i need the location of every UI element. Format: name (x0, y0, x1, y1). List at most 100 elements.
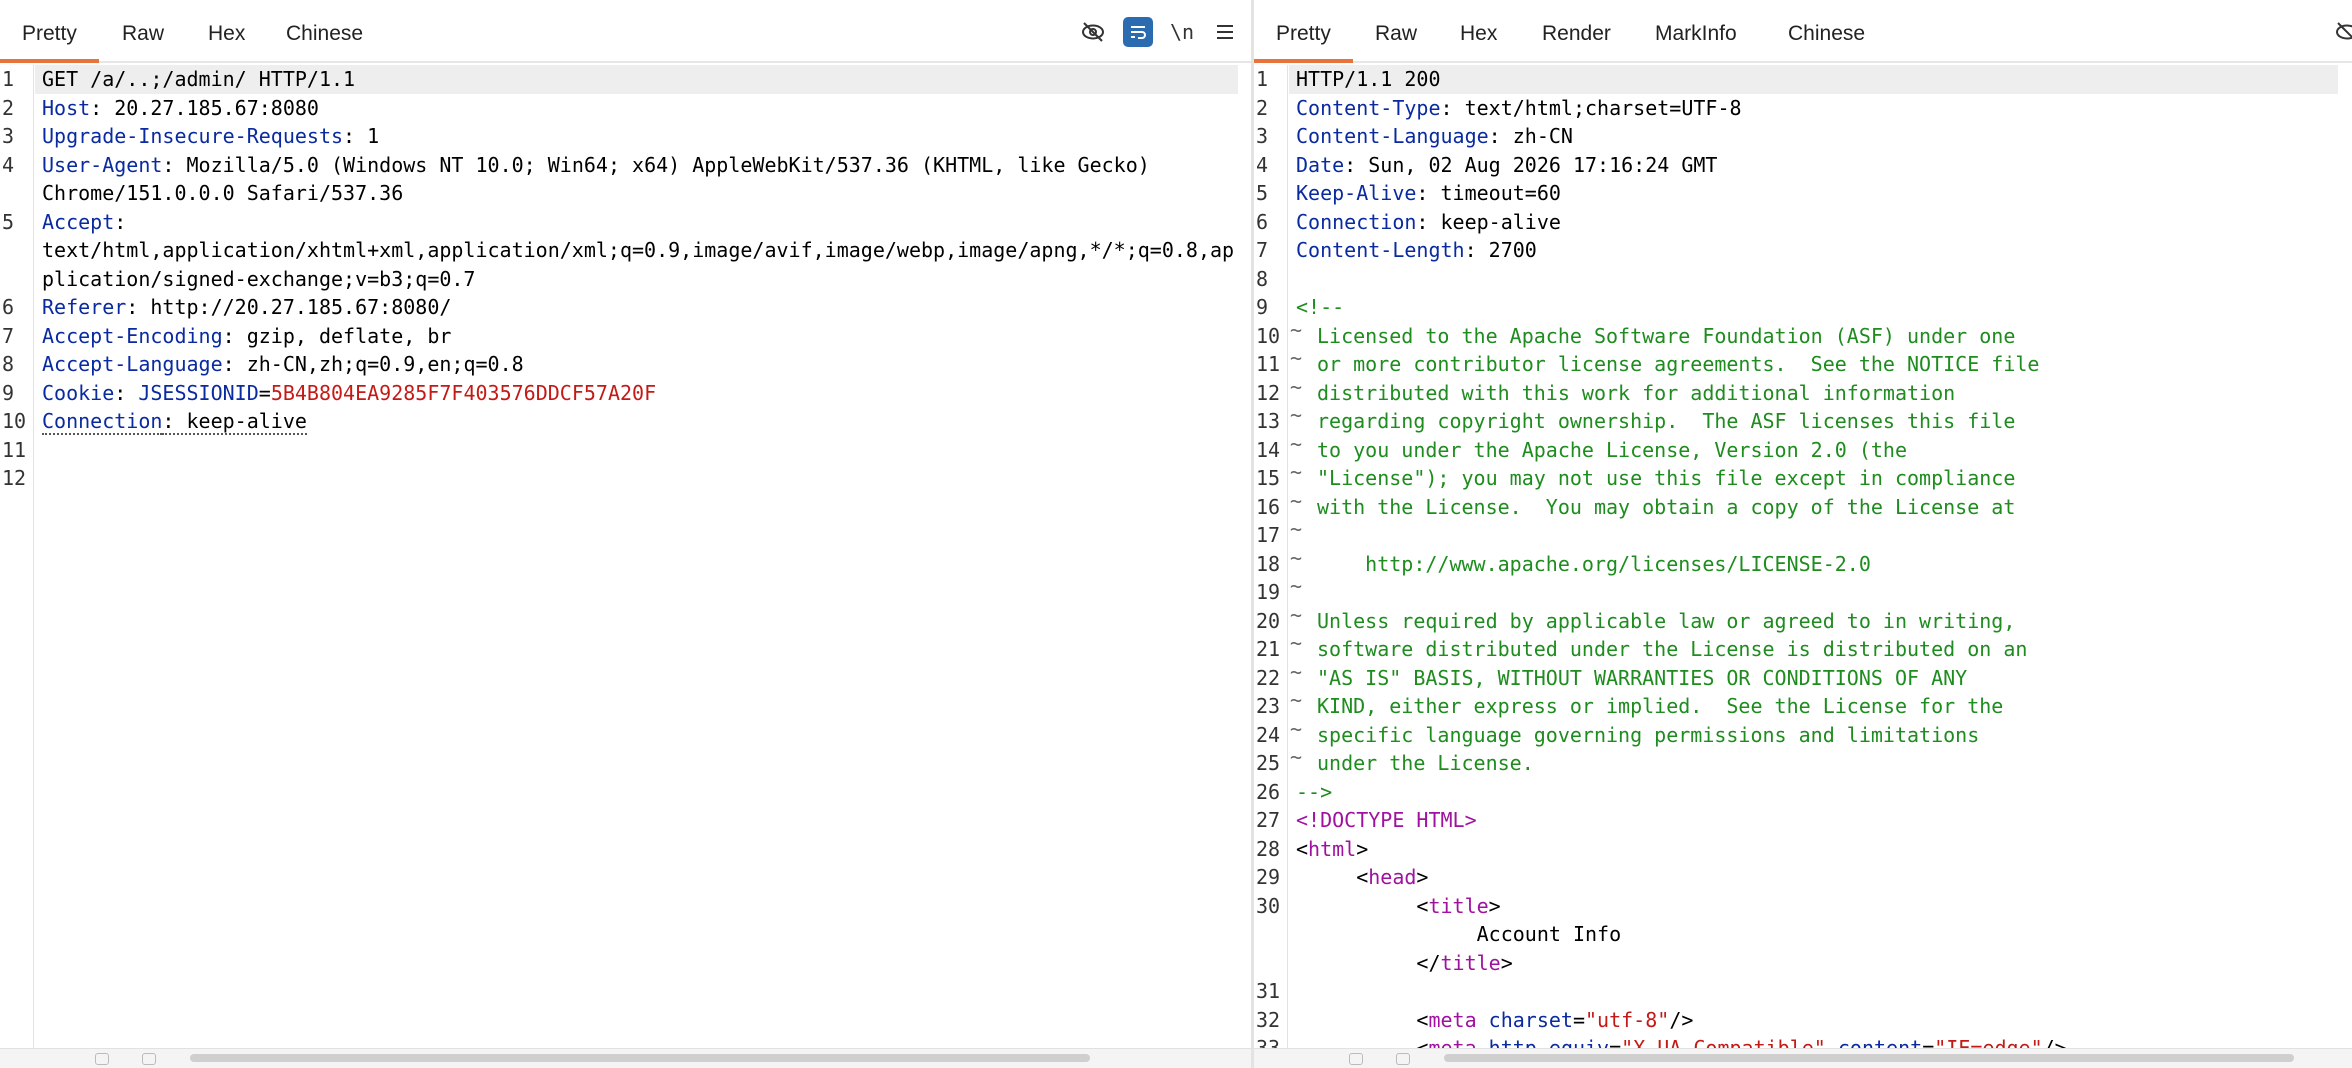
code-text: Content-Language: zh-CN (1296, 122, 1573, 151)
fold-marker[interactable]: ~ (1290, 401, 1302, 430)
settings-icon[interactable] (1349, 1053, 1363, 1065)
tab-pretty[interactable]: Pretty (0, 0, 99, 63)
fold-marker[interactable]: ~ (1290, 515, 1302, 544)
token: = (1572, 1007, 1586, 1032)
search-icon[interactable] (1396, 1053, 1410, 1065)
fold-marker[interactable]: ~ (1290, 715, 1302, 744)
code-text: Licensed to the Apache Software Foundati… (1317, 322, 2015, 351)
fold-marker[interactable]: ~ (1290, 629, 1302, 658)
token: : Sun, 02 Aug 2026 17:16:24 GMT (1344, 152, 1718, 177)
code-line: 16 ~ with the License. You may obtain a co… (1254, 489, 2352, 522)
fold-marker[interactable]: ~ (1290, 601, 1302, 630)
tab-markinfo[interactable]: MarkInfo (1655, 0, 1737, 63)
line-number: 10 (2, 409, 27, 433)
line-number: 30 (1256, 893, 1281, 918)
tab-chinese[interactable]: Chinese (286, 0, 363, 63)
line-number: 26 (1256, 779, 1281, 804)
fold-marker[interactable]: ~ (1290, 430, 1302, 459)
tab-hex[interactable]: Hex (1460, 0, 1497, 63)
fold-marker[interactable]: ~ (1290, 316, 1302, 345)
token: Connection (1296, 209, 1417, 234)
fold-marker[interactable]: ~ (1290, 344, 1302, 373)
hide-nonprintable-toggle[interactable] (1078, 17, 1108, 47)
code-line: </title> (1254, 949, 2352, 978)
code-line: 5 Accept: (0, 208, 1252, 237)
horizontal-scrollbar[interactable] (190, 1054, 1090, 1062)
token: <!DOCTYPE HTML> (1296, 808, 1477, 832)
search-icon[interactable] (142, 1053, 156, 1065)
tab-raw[interactable]: Raw (1375, 0, 1417, 63)
token: = (1922, 1036, 1935, 1048)
token: Content-Length (1296, 238, 1465, 262)
show-newlines-toggle[interactable]: \n (1167, 17, 1197, 47)
code-line: 11 ~ or more contributor license agreement… (1254, 346, 2352, 379)
code-text: Upgrade-Insecure-Requests: 1 (42, 122, 379, 151)
line-number: 31 (1256, 979, 1281, 1003)
code-line: 15 ~ "License"); you may not use this file… (1254, 460, 2352, 493)
code-text: <!DOCTYPE HTML> (1296, 806, 1477, 835)
code-line: 7 Accept-Encoding: gzip, deflate, br (0, 322, 1252, 351)
fold-marker[interactable]: ~ (1290, 686, 1302, 715)
fold-marker[interactable]: ~ (1290, 458, 1302, 487)
fold-marker[interactable]: ~ (1290, 544, 1302, 573)
code-line: 24 ~ specific language governing permissio… (1254, 717, 2352, 750)
tab-raw[interactable]: Raw (122, 0, 164, 63)
line-number: 16 (1256, 494, 1281, 519)
tab-hex[interactable]: Hex (208, 0, 245, 63)
token: content (1837, 1036, 1923, 1048)
token: < (1296, 1036, 1429, 1048)
code-line: 20 ~ Unless required by applicable law or … (1254, 603, 2352, 636)
code-text: "License"); you may not use this file ex… (1317, 464, 2015, 493)
line-number: 4 (2, 152, 15, 177)
token: : 20.27.185.67:8080 (90, 95, 319, 120)
token: User-Agent (42, 152, 163, 177)
word-wrap-toggle[interactable] (1123, 17, 1153, 47)
request-editor[interactable]: 1 GET /a/..;/admin/ HTTP/1.1 2 Host: 20.27.… (0, 65, 1252, 1048)
token: Accept-Encoding (42, 323, 223, 348)
menu-button[interactable] (1210, 17, 1240, 47)
hide-nonprintable-toggle-response[interactable] (2332, 17, 2352, 47)
code-line: 22 ~ "AS IS" BASIS, WITHOUT WARRANTIES OR … (1254, 660, 2352, 693)
line-number: 3 (2, 124, 15, 148)
code-text: <meta charset="utf-8"/> (1296, 1006, 1693, 1035)
fold-marker[interactable]: ~ (1290, 572, 1302, 601)
line-number: 11 (1256, 352, 1281, 376)
line-number: 21 (1256, 637, 1281, 661)
code-line: 30 <title> (1254, 892, 2352, 921)
line-number: 6 (2, 295, 15, 319)
token: html (1308, 836, 1357, 861)
horizontal-scrollbar[interactable] (1444, 1054, 2294, 1062)
token: Upgrade-Insecure-Requests (42, 124, 344, 148)
code-line: 6 Referer: http://20.27.185.67:8080/ (0, 293, 1252, 322)
code-line: 2 Host: 20.27.185.67:8080 (0, 94, 1252, 123)
token: HTTP/1.1 200 (1296, 67, 1441, 91)
code-text: Accept: (42, 208, 126, 237)
line-number: 24 (1256, 722, 1281, 747)
response-editor[interactable]: 1 HTTP/1.1 200 2 Content-Type: text/html;ch… (1254, 65, 2352, 1048)
code-text: specific language governing permissions … (1317, 721, 1979, 750)
settings-icon[interactable] (95, 1053, 109, 1065)
code-text: text/html,application/xhtml+xml,applicat… (42, 236, 1234, 265)
tab-render[interactable]: Render (1542, 0, 1611, 63)
tab-pretty[interactable]: Pretty (1254, 0, 1353, 63)
line-number: 23 (1256, 694, 1281, 718)
token: Licensed to the Apache Software Foundati… (1317, 323, 2016, 348)
line-number: 1 (2, 67, 15, 91)
fold-marker[interactable]: ~ (1290, 373, 1302, 402)
code-line: 11 (0, 436, 1252, 465)
fold-marker[interactable]: ~ (1290, 658, 1302, 687)
line-number: 22 (1256, 665, 1281, 690)
code-line: 14 ~ to you under the Apache License, Vers… (1254, 432, 2352, 465)
line-number: 4 (1256, 152, 1269, 177)
line-number: 25 (1256, 751, 1281, 775)
code-text: http://www.apache.org/licenses/LICENSE-2… (1317, 550, 1871, 579)
line-number: 6 (1256, 209, 1269, 234)
fold-marker[interactable]: ~ (1290, 487, 1302, 516)
fold-marker[interactable]: ~ (1290, 743, 1302, 772)
code-line: 5 Keep-Alive: timeout=60 (1254, 179, 2352, 208)
code-text: KIND, either express or implied. See the… (1317, 692, 2003, 721)
token: < (1296, 1007, 1429, 1032)
tab-chinese[interactable]: Chinese (1788, 0, 1865, 63)
line-number: 5 (2, 209, 15, 234)
